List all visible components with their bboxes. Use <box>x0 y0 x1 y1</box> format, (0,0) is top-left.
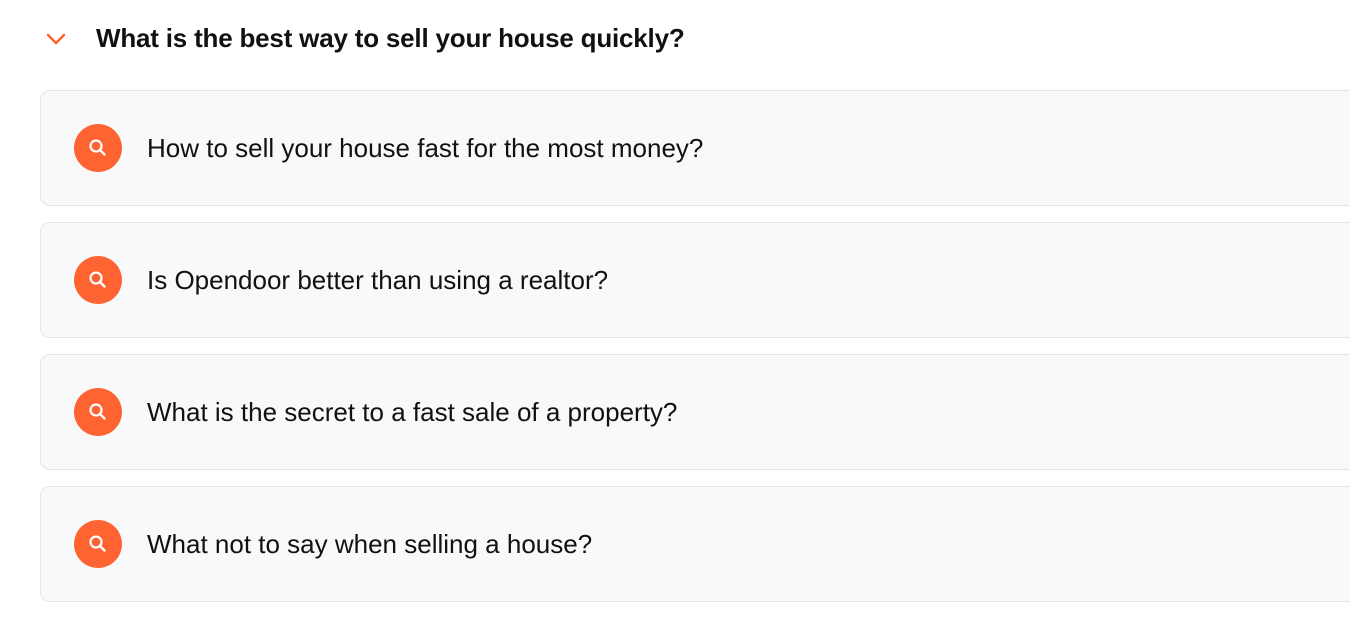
question-label: How to sell your house fast for the most… <box>147 133 704 163</box>
search-icon <box>74 256 122 304</box>
question-card[interactable]: What not to say when selling a house? <box>40 486 1350 602</box>
search-icon <box>74 520 122 568</box>
faq-section: What is the best way to sell your house … <box>0 0 1350 632</box>
question-card[interactable]: How to sell your house fast for the most… <box>40 90 1350 206</box>
question-label: What not to say when selling a house? <box>147 529 593 559</box>
related-questions-list: How to sell your house fast for the most… <box>40 90 1350 618</box>
question-label: Is Opendoor better than using a realtor? <box>147 265 609 295</box>
faq-title: What is the best way to sell your house … <box>96 23 685 53</box>
faq-header[interactable]: What is the best way to sell your house … <box>0 0 1350 76</box>
chevron-down-icon[interactable] <box>44 27 68 51</box>
question-card[interactable]: Is Opendoor better than using a realtor? <box>40 222 1350 338</box>
question-label: What is the secret to a fast sale of a p… <box>147 397 678 427</box>
search-icon <box>74 124 122 172</box>
question-card[interactable]: What is the secret to a fast sale of a p… <box>40 354 1350 470</box>
search-icon <box>74 388 122 436</box>
